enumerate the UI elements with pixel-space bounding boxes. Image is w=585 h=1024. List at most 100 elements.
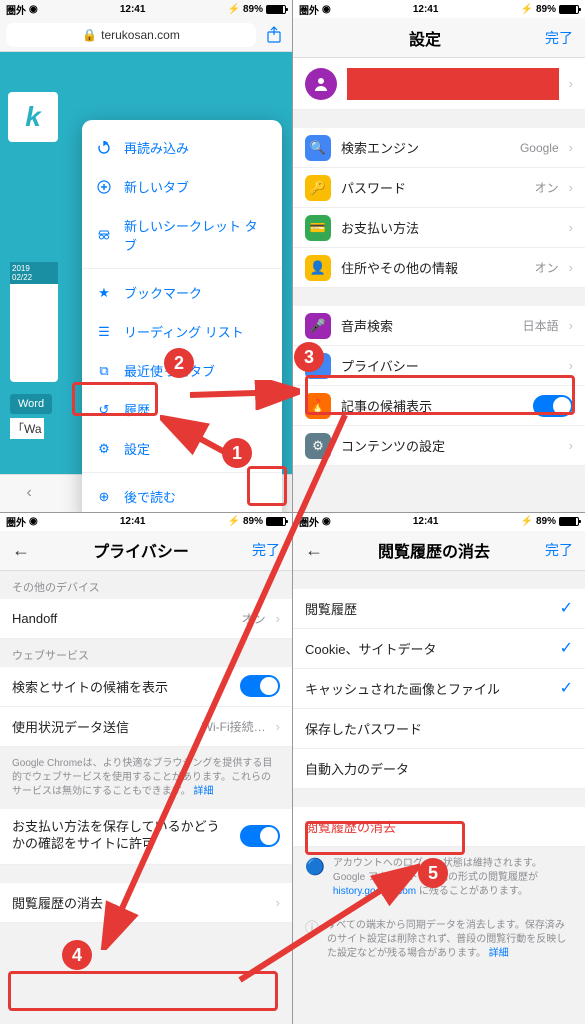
row-content-settings[interactable]: ⚙コンテンツの設定› xyxy=(293,426,585,466)
row-article-suggest[interactable]: 🔥記事の候補表示 xyxy=(293,386,585,426)
clear-history-button[interactable]: 閲覧履歴の消去 xyxy=(293,807,585,847)
detail-link[interactable]: 詳細 xyxy=(193,786,213,797)
menu-new-tab[interactable]: 新しいタブ xyxy=(82,167,282,206)
search-icon: 🔍 xyxy=(305,135,331,161)
history-link[interactable]: history.google.com xyxy=(333,886,416,897)
recent-icon: ⧉ xyxy=(96,363,112,379)
url-host: terukosan.com xyxy=(101,28,180,42)
row-payment-permission[interactable]: お支払い方法を保存しているかどうかの確認をサイトに許可 xyxy=(0,809,292,865)
screen-privacy: 圏外 ◉ 12:41 ⚡89% ← プライバシー 完了 その他のデバイス Han… xyxy=(0,513,292,1024)
detail-link[interactable]: 詳細 xyxy=(489,948,509,959)
menu-reading-list[interactable]: ☰リーディング リスト xyxy=(82,312,282,351)
card-icon: 💳 xyxy=(305,215,331,241)
menu-recent-tabs[interactable]: ⧉最近使ったタブ xyxy=(82,351,282,390)
chevron-icon: › xyxy=(569,76,573,91)
note-sync: ⓘ すべての端末から同期データを消去します。保存済みのサイト設定は削除されず、普… xyxy=(293,909,585,971)
menu-read-later[interactable]: ⊕後で読む xyxy=(82,477,282,512)
word-button[interactable]: Word xyxy=(10,394,52,414)
row-privacy[interactable]: ✔プライバシー› xyxy=(293,346,585,386)
menu-settings[interactable]: ⚙設定 xyxy=(82,429,282,468)
nav-header: 設定 完了 xyxy=(293,18,585,58)
done-button[interactable]: 完了 xyxy=(545,540,573,560)
row-payment[interactable]: 💳お支払い方法› xyxy=(293,208,585,248)
battery-text: 89% xyxy=(243,4,263,15)
check-cache[interactable]: キャッシュされた画像とファイル✓ xyxy=(293,669,585,709)
page-title: プライバシー xyxy=(93,538,189,562)
status-bar: 圏外 ◉ 12:41 ⚡89% xyxy=(293,0,585,18)
screen-clear-history: 圏外 ◉ 12:41 ⚡89% ← 閲覧履歴の消去 完了 閲覧履歴✓ Cooki… xyxy=(293,513,585,1024)
status-bar: 圏外 ◉ 12:41 ⚡89% xyxy=(0,513,292,531)
url-bar: 🔒 terukosan.com xyxy=(0,18,292,52)
later-icon: ⊕ xyxy=(96,489,112,505)
gear-icon: ⚙ xyxy=(96,441,112,457)
menu-incognito[interactable]: 新しいシークレット タブ xyxy=(82,206,282,264)
check-history[interactable]: 閲覧履歴✓ xyxy=(293,589,585,629)
status-bar: 圏外 ◉ 12:41 ⚡89% xyxy=(293,513,585,531)
star-icon: ★ xyxy=(96,285,112,301)
row-handoff[interactable]: Handoffオン› xyxy=(0,599,292,639)
plus-icon xyxy=(96,179,112,195)
clock-text: 12:41 xyxy=(120,4,146,15)
card-date: 2019 02/22 xyxy=(10,262,58,284)
carrier-text: 圏外 xyxy=(6,2,26,17)
toggle-switch[interactable] xyxy=(533,395,573,417)
site-logo: k xyxy=(8,92,58,142)
check-icon: ✓ xyxy=(560,678,573,698)
history-icon: ↺ xyxy=(96,402,112,418)
screen-settings: 圏外 ◉ 12:41 ⚡89% 設定 完了 › 🔍検索エンジンGoogle› 🔑… xyxy=(293,0,585,512)
reload-icon xyxy=(96,140,112,156)
check-cookies[interactable]: Cookie、サイトデータ✓ xyxy=(293,629,585,669)
row-passwords[interactable]: 🔑パスワードオン› xyxy=(293,168,585,208)
battery-icon xyxy=(559,5,579,14)
readlist-icon: ☰ xyxy=(96,324,112,340)
back-button[interactable]: ← xyxy=(12,540,30,561)
page-title: 閲覧履歴の消去 xyxy=(378,538,490,562)
done-button[interactable]: 完了 xyxy=(545,28,573,48)
menu-history[interactable]: ↺履歴 xyxy=(82,390,282,429)
nav-header: ← 閲覧履歴の消去 完了 xyxy=(293,531,585,571)
bluetooth-icon: ⚡ xyxy=(228,4,240,15)
status-bar: 圏外 ◉ 12:41 ⚡89% xyxy=(0,0,292,18)
done-button[interactable]: 完了 xyxy=(252,540,280,560)
back-button[interactable]: ‹ xyxy=(15,479,43,507)
lock-icon: 🔒 xyxy=(82,28,97,42)
wifi-icon: ◉ xyxy=(29,4,38,15)
avatar-icon xyxy=(305,68,337,100)
battery-icon xyxy=(266,517,286,526)
gear-icon: ⚙ xyxy=(305,433,331,459)
check-icon: ✓ xyxy=(560,598,573,618)
incognito-icon xyxy=(96,227,112,243)
row-search-engine[interactable]: 🔍検索エンジンGoogle› xyxy=(293,128,585,168)
truncated-text: 「Wa xyxy=(10,418,44,439)
article-card[interactable]: 2019 02/22 xyxy=(10,262,58,382)
info-icon: ⓘ xyxy=(305,919,319,939)
account-name-redacted xyxy=(347,68,559,100)
section-other-devices: その他のデバイス xyxy=(0,571,292,599)
share-button[interactable] xyxy=(262,23,286,47)
screen-browser-menu: 圏外 ◉ 12:41 ⚡89% 🔒 terukosan.com k 2019 0… xyxy=(0,0,292,512)
row-clear-history[interactable]: 閲覧履歴の消去› xyxy=(0,883,292,923)
key-icon: 🔑 xyxy=(305,175,331,201)
web-content: k 2019 02/22 Word 「Wa 再読み込み 新しいタブ 新しいシーク… xyxy=(0,52,292,474)
toggle-switch[interactable] xyxy=(240,675,280,697)
toggle-switch[interactable] xyxy=(240,825,280,847)
row-search-suggest[interactable]: 検索とサイトの候補を表示 xyxy=(0,667,292,707)
battery-icon xyxy=(266,5,286,14)
google-icon: 🔵 xyxy=(305,857,325,879)
row-address[interactable]: 👤住所やその他の情報オン› xyxy=(293,248,585,288)
account-row[interactable]: › xyxy=(293,58,585,110)
url-field[interactable]: 🔒 terukosan.com xyxy=(6,23,256,47)
check-autofill[interactable]: 自動入力のデータ xyxy=(293,749,585,789)
nav-header: ← プライバシー 完了 xyxy=(0,531,292,571)
menu-bookmarks[interactable]: ★ブックマーク xyxy=(82,273,282,312)
back-button[interactable]: ← xyxy=(305,540,323,561)
row-voice-search[interactable]: 🎤音声検索日本語› xyxy=(293,306,585,346)
row-usage-data[interactable]: 使用状況データ送信Wi-Fi接続…› xyxy=(0,707,292,747)
user-icon: 👤 xyxy=(305,255,331,281)
menu-reload[interactable]: 再読み込み xyxy=(82,128,282,167)
note-web-services: Google Chromeは、より快適なブラウジングを提供する目的でウェブサービ… xyxy=(0,747,292,809)
section-web-services: ウェブサービス xyxy=(0,639,292,667)
note-account: 🔵 アカウントへのログイン状態は維持されます。Google アカウントでの他の形… xyxy=(293,847,585,909)
shield-icon: ✔ xyxy=(305,353,331,379)
check-passwords[interactable]: 保存したパスワード xyxy=(293,709,585,749)
